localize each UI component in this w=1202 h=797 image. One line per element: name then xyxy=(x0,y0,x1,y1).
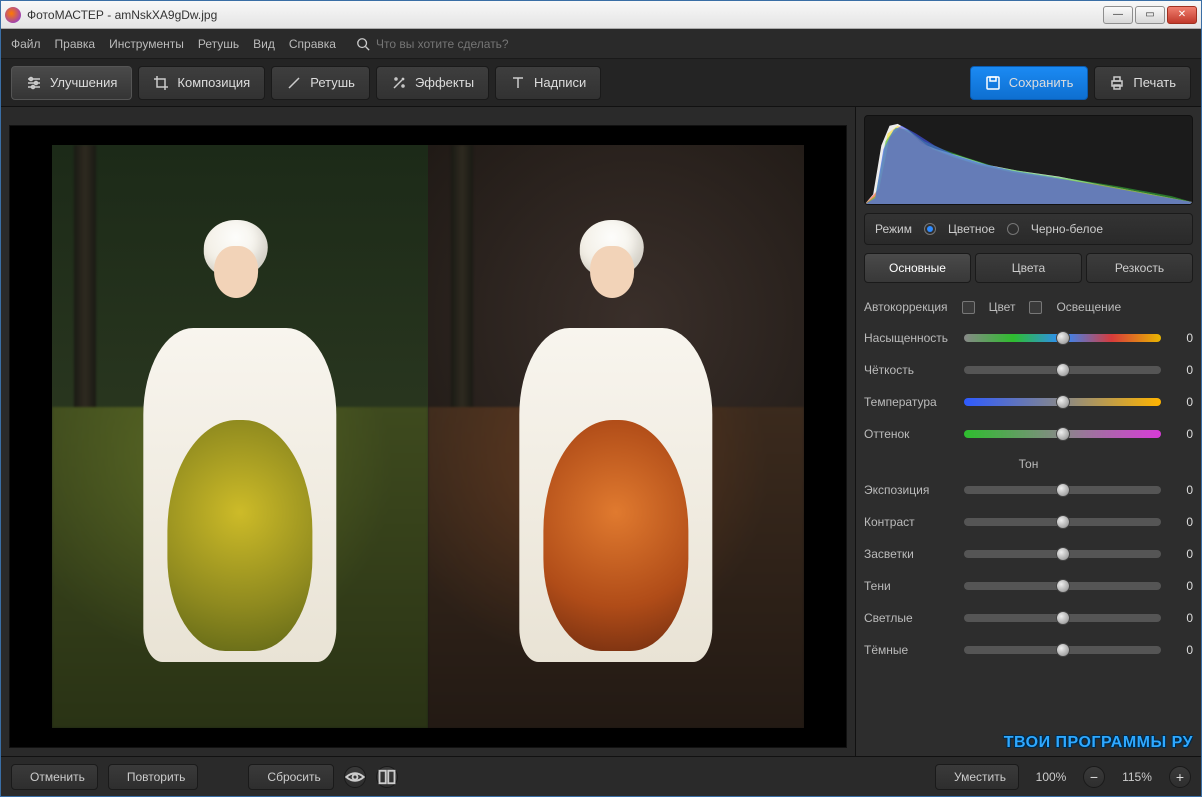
zoom-fit-value: 100% xyxy=(1029,770,1073,784)
mode-row: Режим Цветное Черно-белое xyxy=(864,213,1193,245)
autocorrect-color-label: Цвет xyxy=(989,300,1016,314)
slider-tint[interactable]: Оттенок 0 xyxy=(864,421,1193,447)
controls: Автокоррекция Цвет Освещение Насыщенност… xyxy=(864,291,1193,752)
autocorrect-light-label: Освещение xyxy=(1056,300,1121,314)
processed-image xyxy=(428,145,804,729)
original-image xyxy=(52,145,428,729)
canvas-area xyxy=(1,107,855,756)
slider-blacks[interactable]: Тёмные0 xyxy=(864,637,1193,663)
save-icon xyxy=(985,75,1001,91)
zoom-value: 115% xyxy=(1115,770,1159,784)
app-icon xyxy=(5,7,21,23)
tool-enhance[interactable]: Улучшения xyxy=(11,66,132,100)
redo-button[interactable]: Повторить xyxy=(108,764,199,790)
sliders-icon xyxy=(26,75,42,91)
print-button[interactable]: Печать xyxy=(1094,66,1191,100)
menu-file[interactable]: Файл xyxy=(11,37,41,51)
save-button-label: Сохранить xyxy=(1009,75,1074,90)
tool-effects[interactable]: Эффекты xyxy=(376,66,489,100)
autocorrect-label: Автокоррекция xyxy=(864,300,948,314)
statusbar: Отменить Повторить Сбросить Уместить 100… xyxy=(1,756,1201,796)
tool-text-label: Надписи xyxy=(534,75,586,90)
close-button[interactable]: ✕ xyxy=(1167,6,1197,24)
preview-toggle[interactable] xyxy=(344,766,366,788)
panel-tabs: Основные Цвета Резкость xyxy=(864,253,1193,283)
menubar: Файл Правка Инструменты Ретушь Вид Справ… xyxy=(1,29,1201,59)
tool-crop[interactable]: Композиция xyxy=(138,66,265,100)
toolbar: Улучшения Композиция Ретушь Эффекты Надп… xyxy=(1,59,1201,107)
mode-label: Режим xyxy=(875,222,912,236)
autocorrect-color-check[interactable] xyxy=(962,301,975,314)
tool-effects-label: Эффекты xyxy=(415,75,474,90)
text-icon xyxy=(510,75,526,91)
menu-view[interactable]: Вид xyxy=(253,37,275,51)
tool-crop-label: Композиция xyxy=(177,75,250,90)
slider-highlights[interactable]: Засветки0 xyxy=(864,541,1193,567)
mode-color-radio[interactable] xyxy=(924,223,936,235)
fit-button[interactable]: Уместить xyxy=(935,764,1019,790)
zoom-out-button[interactable]: − xyxy=(1083,766,1105,788)
brush-icon xyxy=(286,75,302,91)
slider-saturation[interactable]: Насыщенность 0 xyxy=(864,325,1193,351)
crop-icon xyxy=(153,75,169,91)
menu-retouch[interactable]: Ретушь xyxy=(198,37,239,51)
slider-shadows[interactable]: Тени0 xyxy=(864,573,1193,599)
mode-bw-radio[interactable] xyxy=(1007,223,1019,235)
save-button[interactable]: Сохранить xyxy=(970,66,1089,100)
compare-icon xyxy=(377,767,397,787)
tab-colors[interactable]: Цвета xyxy=(975,253,1082,283)
compare-toggle[interactable] xyxy=(376,766,398,788)
slider-exposure[interactable]: Экспозиция0 xyxy=(864,477,1193,503)
side-panel: Режим Цветное Черно-белое Основные Цвета… xyxy=(855,107,1201,756)
window-title: ФотоМАСТЕР - amNskXA9gDw.jpg xyxy=(27,8,1103,22)
print-icon xyxy=(1109,75,1125,91)
mode-bw-label: Черно-белое xyxy=(1031,222,1103,236)
maximize-button[interactable]: ▭ xyxy=(1135,6,1165,24)
search-bar[interactable] xyxy=(356,37,556,51)
slider-temperature[interactable]: Температура 0 xyxy=(864,389,1193,415)
search-input[interactable] xyxy=(376,37,556,51)
titlebar: ФотоМАСТЕР - amNskXA9gDw.jpg — ▭ ✕ xyxy=(1,1,1201,29)
slider-contrast[interactable]: Контраст0 xyxy=(864,509,1193,535)
image-frame[interactable] xyxy=(9,125,847,748)
tool-retouch-label: Ретушь xyxy=(310,75,355,90)
undo-button[interactable]: Отменить xyxy=(11,764,98,790)
tone-header: Тон xyxy=(864,457,1193,471)
print-button-label: Печать xyxy=(1133,75,1176,90)
menu-edit[interactable]: Правка xyxy=(55,37,96,51)
mode-color-label: Цветное xyxy=(948,222,995,236)
wand-icon xyxy=(391,75,407,91)
reset-button[interactable]: Сбросить xyxy=(248,764,333,790)
search-icon xyxy=(356,37,370,51)
eye-icon xyxy=(345,767,365,787)
tab-sharpness[interactable]: Резкость xyxy=(1086,253,1193,283)
menu-help[interactable]: Справка xyxy=(289,37,336,51)
minimize-button[interactable]: — xyxy=(1103,6,1133,24)
histogram[interactable] xyxy=(864,115,1193,205)
zoom-in-button[interactable]: + xyxy=(1169,766,1191,788)
slider-clarity[interactable]: Чёткость 0 xyxy=(864,357,1193,383)
tool-text[interactable]: Надписи xyxy=(495,66,601,100)
tool-retouch[interactable]: Ретушь xyxy=(271,66,370,100)
tab-basic[interactable]: Основные xyxy=(864,253,971,283)
slider-whites[interactable]: Светлые0 xyxy=(864,605,1193,631)
autocorrect-light-check[interactable] xyxy=(1029,301,1042,314)
watermark: ТВОИ ПРОГРАММЫ РУ xyxy=(864,734,1193,752)
tool-enhance-label: Улучшения xyxy=(50,75,117,90)
menu-tools[interactable]: Инструменты xyxy=(109,37,184,51)
